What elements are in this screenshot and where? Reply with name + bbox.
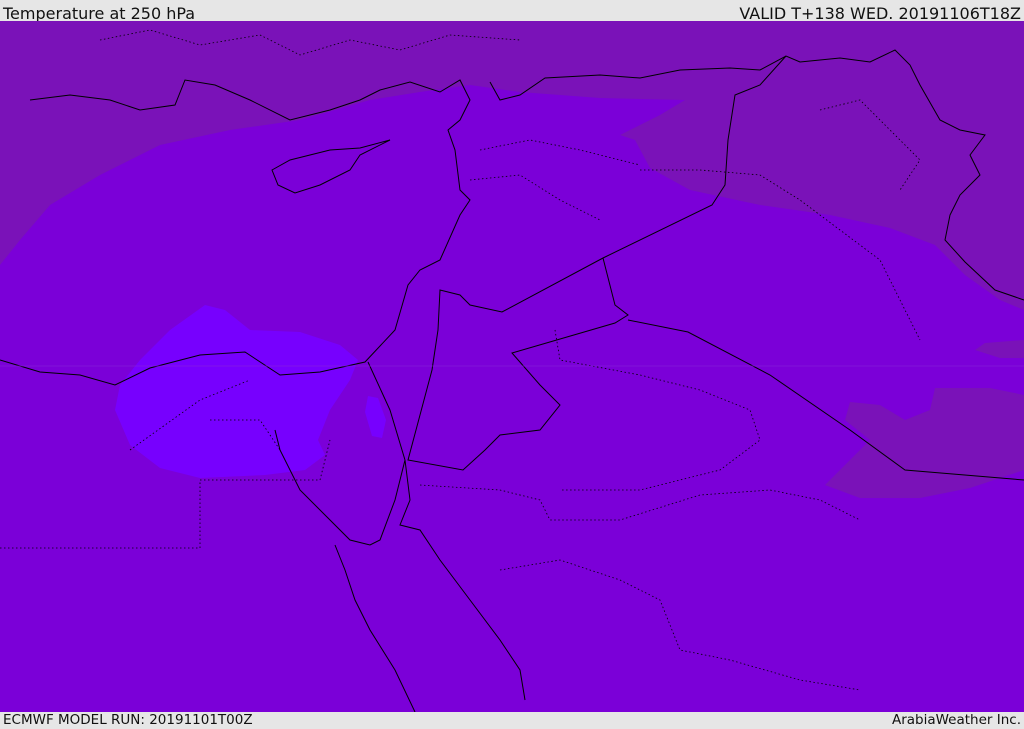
credit: ArabiaWeather Inc.	[891, 712, 1021, 728]
header-bar: Temperature at 250 hPa VALID T+138 WED. …	[0, 0, 1024, 23]
footer-bar: ECMWF MODEL RUN: 20191101T00Z ArabiaWeat…	[0, 712, 1024, 729]
model-run: ECMWF MODEL RUN: 20191101T00Z	[3, 712, 253, 728]
temperature-map[interactable]	[0, 21, 1024, 712]
